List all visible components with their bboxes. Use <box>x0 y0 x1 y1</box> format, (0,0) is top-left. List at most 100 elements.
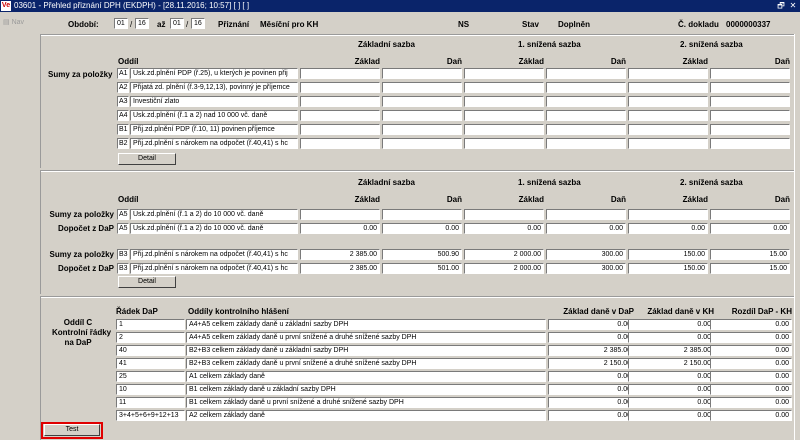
s1-value-field[interactable] <box>382 138 462 149</box>
s3-radek-field[interactable]: 40 <box>116 345 185 356</box>
s3-kh-field[interactable]: 0.00 <box>628 332 714 343</box>
s2-value-field[interactable] <box>546 209 626 220</box>
s3-radek-field[interactable]: 10 <box>116 384 185 395</box>
s3-dap-field[interactable]: 0.00 <box>548 384 634 395</box>
s1-value-field[interactable] <box>628 82 708 93</box>
s3-rozdil-field[interactable]: 0.00 <box>710 332 792 343</box>
s3-radek-field[interactable]: 2 <box>116 332 185 343</box>
s2-value-field[interactable]: 0.00 <box>710 223 790 234</box>
s3-rozdil-field[interactable]: 0.00 <box>710 410 792 421</box>
s1-value-field[interactable] <box>710 82 790 93</box>
to-day-field[interactable]: 01 <box>170 18 184 29</box>
s3-radek-field[interactable]: 25 <box>116 371 185 382</box>
s1-value-field[interactable] <box>710 124 790 135</box>
s3-dap-field[interactable]: 0.00 <box>548 410 634 421</box>
s3-kh-field[interactable]: 2 385.00 <box>628 345 714 356</box>
s3-radek-field[interactable]: 41 <box>116 358 185 369</box>
s1-value-field[interactable] <box>628 96 708 107</box>
s3-kh-field[interactable]: 0.00 <box>628 384 714 395</box>
s1-row-description[interactable]: Investiční zlato <box>130 96 298 107</box>
s2-value-field[interactable]: 15.00 <box>710 249 790 260</box>
s1-value-field[interactable] <box>382 110 462 121</box>
s2-value-field[interactable]: 2 385.00 <box>300 249 380 260</box>
restore-window-icon[interactable]: 🗗 <box>776 1 786 11</box>
s3-popis-field[interactable]: B1 celkem základy daně u první snížené a… <box>186 397 546 408</box>
s2-value-field[interactable]: 15.00 <box>710 263 790 274</box>
s2-row-description[interactable]: Usk.zd.plnění (ř.1 a 2) do 10 000 vč. da… <box>130 209 298 220</box>
nav-button[interactable]: ▤ Nav <box>3 18 24 26</box>
s2-value-field[interactable]: 0.00 <box>300 223 380 234</box>
s3-rozdil-field[interactable]: 0.00 <box>710 384 792 395</box>
s1-value-field[interactable] <box>382 96 462 107</box>
s3-kh-field[interactable]: 0.00 <box>628 397 714 408</box>
s2-value-field[interactable]: 300.00 <box>546 249 626 260</box>
s3-kh-field[interactable]: 0.00 <box>628 410 714 421</box>
s2-value-field[interactable]: 0.00 <box>382 223 462 234</box>
s3-popis-field[interactable]: A4+A5 celkem základy daně u základní saz… <box>186 319 546 330</box>
s2-detail-button[interactable]: Detail <box>118 276 176 288</box>
s2-row-description[interactable]: Usk.zd.plnění (ř.1 a 2) do 10 000 vč. da… <box>130 223 298 234</box>
s3-kh-field[interactable]: 0.00 <box>628 371 714 382</box>
s1-row-code[interactable]: A4 <box>117 110 129 121</box>
s1-value-field[interactable] <box>382 82 462 93</box>
s1-row-code[interactable]: A3 <box>117 96 129 107</box>
s1-detail-button[interactable]: Detail <box>118 153 176 165</box>
s3-dap-field[interactable]: 2 385.00 <box>548 345 634 356</box>
s1-row-code[interactable]: A1 <box>117 68 129 79</box>
s2-row-code[interactable]: A5 <box>117 223 129 234</box>
s2-row-code[interactable]: B3 <box>117 263 129 274</box>
s1-value-field[interactable] <box>300 110 380 121</box>
s3-dap-field[interactable]: 0.00 <box>548 397 634 408</box>
s3-popis-field[interactable]: A2 celkem základy daně <box>186 410 546 421</box>
s2-value-field[interactable]: 2 000.00 <box>464 249 544 260</box>
s1-value-field[interactable] <box>300 82 380 93</box>
s3-dap-field[interactable]: 0.00 <box>548 371 634 382</box>
s1-value-field[interactable] <box>628 124 708 135</box>
s1-value-field[interactable] <box>382 124 462 135</box>
s1-row-description[interactable]: Usk.zd.plnění (ř.1 a 2) nad 10 000 vč. d… <box>130 110 298 121</box>
s2-value-field[interactable]: 500.90 <box>382 249 462 260</box>
s1-value-field[interactable] <box>710 96 790 107</box>
s3-popis-field[interactable]: A1 celkem základy daně <box>186 371 546 382</box>
s3-radek-field[interactable]: 11 <box>116 397 185 408</box>
s3-kh-field[interactable]: 0.00 <box>628 319 714 330</box>
s1-value-field[interactable] <box>628 138 708 149</box>
s1-row-code[interactable]: A2 <box>117 82 129 93</box>
s1-value-field[interactable] <box>464 138 544 149</box>
s3-dap-field[interactable]: 0.00 <box>548 332 634 343</box>
s1-value-field[interactable] <box>710 110 790 121</box>
s3-dap-field[interactable]: 2 150.00 <box>548 358 634 369</box>
s1-value-field[interactable] <box>546 138 626 149</box>
s2-value-field[interactable]: 0.00 <box>628 223 708 234</box>
s2-value-field[interactable]: 2 000.00 <box>464 263 544 274</box>
s1-row-description[interactable]: Usk.zd.plnění PDP (ř.25), u kterých je p… <box>130 68 298 79</box>
close-window-icon[interactable]: ✕ <box>788 1 798 11</box>
s1-value-field[interactable] <box>464 124 544 135</box>
s1-value-field[interactable] <box>546 68 626 79</box>
s3-kh-field[interactable]: 2 150.00 <box>628 358 714 369</box>
s2-value-field[interactable] <box>628 209 708 220</box>
s2-value-field[interactable]: 150.00 <box>628 263 708 274</box>
s2-value-field[interactable] <box>300 209 380 220</box>
s3-popis-field[interactable]: B1 celkem základy daně u základní sazby … <box>186 384 546 395</box>
s1-value-field[interactable] <box>464 68 544 79</box>
s3-radek-field[interactable]: 3+4+5+6+9+12+13 <box>116 410 185 421</box>
s1-value-field[interactable] <box>464 82 544 93</box>
s1-row-code[interactable]: B2 <box>117 138 129 149</box>
s1-value-field[interactable] <box>546 124 626 135</box>
s1-row-description[interactable]: Přij.zd.plnění s nárokem na odpočet (ř.4… <box>130 138 298 149</box>
s1-value-field[interactable] <box>382 68 462 79</box>
to-month-field[interactable]: 16 <box>191 18 205 29</box>
s1-value-field[interactable] <box>300 138 380 149</box>
s2-row-description[interactable]: Přij.zd.plnění s nárokem na odpočet (ř.4… <box>130 249 298 260</box>
s2-value-field[interactable]: 501.00 <box>382 263 462 274</box>
from-day-field[interactable]: 01 <box>114 18 128 29</box>
s1-value-field[interactable] <box>300 68 380 79</box>
s1-row-description[interactable]: Přijatá zd. plnění (ř.3-9,12,13), povinn… <box>130 82 298 93</box>
s2-row-code[interactable]: B3 <box>117 249 129 260</box>
s2-value-field[interactable] <box>464 209 544 220</box>
s2-value-field[interactable]: 2 385.00 <box>300 263 380 274</box>
s3-rozdil-field[interactable]: 0.00 <box>710 358 792 369</box>
s1-value-field[interactable] <box>464 96 544 107</box>
s3-popis-field[interactable]: B2+B3 celkem základy daně u první snížen… <box>186 358 546 369</box>
